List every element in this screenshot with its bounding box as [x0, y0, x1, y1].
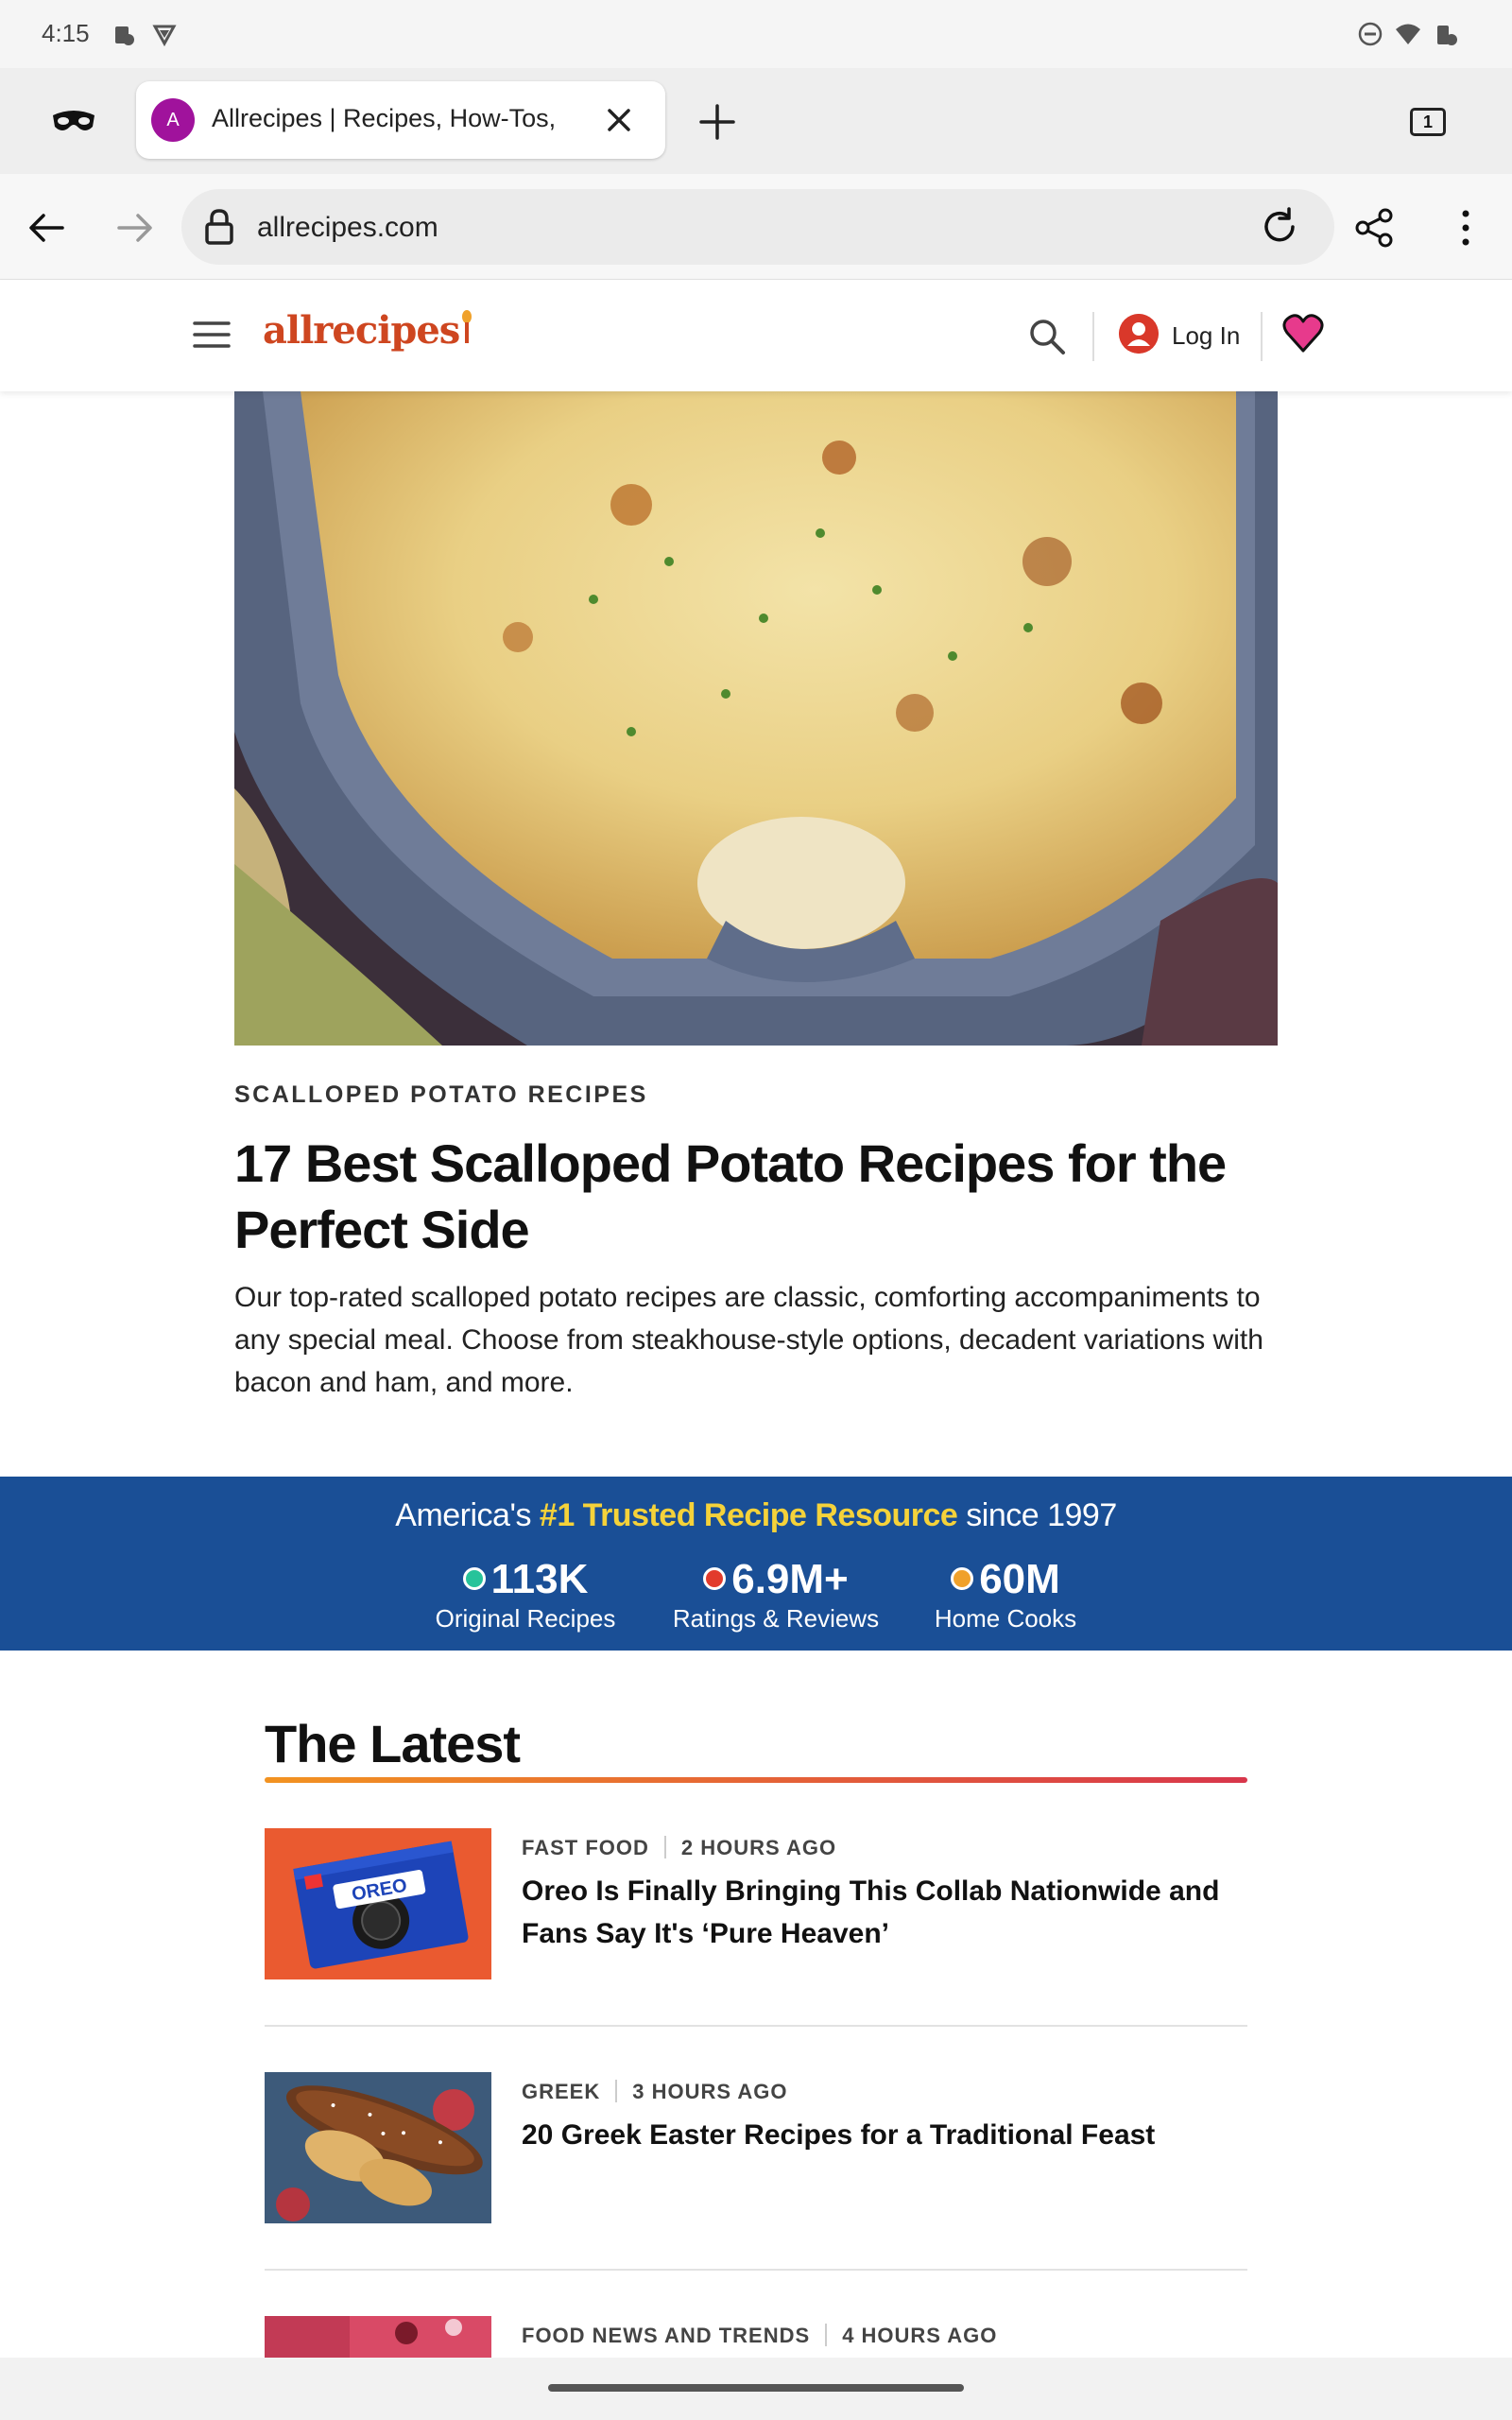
tab-strip: A Allrecipes | Recipes, How-Tos, 1 [0, 68, 1512, 174]
browser-toolbar: allrecipes.com [0, 174, 1512, 280]
site-header: allrecipes Log In [0, 280, 1512, 391]
login-label: Log In [1172, 321, 1241, 350]
article-meta: FAST FOOD 2 HOURS AGO [522, 1836, 836, 1860]
reload-icon[interactable] [1259, 206, 1300, 248]
latest-item-oreo[interactable]: OREO FAST FOOD 2 HOURS AGO Oreo Is Finall… [265, 1828, 1247, 1979]
stat-value: 6.9M+ [667, 1558, 885, 1601]
stat-value-text: 6.9M+ [731, 1556, 849, 1602]
oreo-package-image: OREO [265, 1828, 491, 1979]
article-timestamp: 2 HOURS AGO [680, 1836, 837, 1859]
article-timestamp: 4 HOURS AGO [842, 2324, 998, 2347]
battery-icon [1437, 26, 1457, 45]
stat-dot-red [703, 1567, 727, 1590]
new-tab-icon[interactable] [696, 100, 739, 144]
meta-separator [825, 2324, 828, 2346]
stat-original-recipes: 113K Original Recipes [421, 1558, 629, 1635]
site-logo[interactable]: allrecipes [263, 308, 472, 353]
article-category[interactable]: FAST FOOD [522, 1836, 649, 1859]
stat-ratings-reviews: 6.9M+ Ratings & Reviews [667, 1558, 885, 1635]
stat-home-cooks: 60M Home Cooks [922, 1558, 1089, 1635]
close-tab-icon[interactable] [599, 100, 639, 140]
meta-separator [615, 2080, 618, 2102]
tab-title: Allrecipes | Recipes, How-Tos, [212, 104, 557, 132]
stat-value-text: 60M [979, 1556, 1060, 1602]
stat-dot-teal [462, 1567, 486, 1590]
list-divider [265, 2025, 1247, 2027]
logo-spoon-icon [462, 310, 472, 343]
list-divider [265, 2269, 1247, 2271]
wifi-icon [1396, 24, 1420, 44]
latest-item-greek-easter[interactable]: GREEK 3 HOURS AGO 20 Greek Easter Recipes… [265, 2072, 1247, 2223]
article-title-link[interactable]: Oreo Is Finally Bringing This Collab Nat… [522, 1870, 1247, 1955]
stat-label: Ratings & Reviews [672, 1604, 880, 1633]
article-meta: FOOD NEWS AND TRENDS 4 HOURS AGO [522, 2324, 997, 2348]
hamburger-menu-icon[interactable] [191, 318, 232, 352]
tagline-suffix: since 1997 [957, 1497, 1117, 1533]
vpn-shield-icon [152, 25, 177, 47]
scalloped-potato-photo [234, 391, 1278, 1046]
active-tab[interactable]: A Allrecipes | Recipes, How-Tos, [136, 81, 665, 159]
tagline-prefix: America's [395, 1497, 540, 1533]
status-bar: 4:15 [0, 0, 1512, 68]
article-timestamp: 3 HOURS AGO [632, 2080, 788, 2103]
hero-image-scalloped-potatoes[interactable] [234, 391, 1278, 1046]
stat-value: 113K [421, 1558, 629, 1601]
article-title-link[interactable]: 20 Greek Easter Recipes for a Traditiona… [522, 2114, 1247, 2156]
gesture-handle[interactable] [548, 2384, 964, 2392]
article-category-link[interactable]: SCALLOPED POTATO RECIPES [234, 1081, 648, 1109]
food-news-image [265, 2316, 491, 2358]
header-divider [1261, 312, 1263, 361]
article-headline: 17 Best Scalloped Potato Recipes for the… [234, 1133, 1227, 1259]
food-news-thumbnail[interactable] [265, 2316, 491, 2358]
latest-item-food-news[interactable]: FOOD NEWS AND TRENDS 4 HOURS AGO [265, 2316, 1247, 2358]
saved-recipes-heart-icon[interactable] [1281, 312, 1325, 355]
forward-arrow-icon[interactable] [113, 206, 157, 250]
stat-label: Home Cooks [934, 1604, 1077, 1633]
do-not-disturb-icon [1358, 22, 1383, 46]
tagline-highlight: #1 Trusted Recipe Resource [539, 1497, 958, 1533]
article-description: Our top-rated scalloped potato recipes a… [234, 1282, 1263, 1398]
notification-icon [115, 26, 134, 45]
address-bar[interactable]: allrecipes.com [181, 189, 1334, 265]
stat-dot-orange [951, 1567, 974, 1590]
tab-count: 1 [1410, 108, 1446, 136]
back-arrow-icon[interactable] [25, 206, 68, 250]
article-meta: GREEK 3 HOURS AGO [522, 2080, 787, 2104]
stat-label: Original Recipes [435, 1604, 616, 1633]
oreo-thumbnail[interactable]: OREO [265, 1828, 491, 1979]
tab-switcher-button[interactable]: 1 [1406, 102, 1452, 142]
incognito-icon[interactable] [51, 104, 96, 138]
meta-separator [663, 1836, 666, 1858]
search-icon[interactable] [1026, 316, 1068, 357]
stat-value: 60M [922, 1558, 1089, 1601]
more-options-icon[interactable] [1446, 206, 1486, 250]
article-category[interactable]: FOOD NEWS AND TRENDS [522, 2324, 810, 2347]
site-favicon: A [151, 98, 195, 142]
user-avatar-icon [1119, 314, 1159, 354]
latest-gradient-rule [265, 1777, 1247, 1783]
status-time: 4:15 [42, 19, 90, 47]
latest-section-title: The Latest [265, 1714, 521, 1773]
banner-tagline: America's #1 Trusted Recipe Resource sin… [0, 1497, 1512, 1534]
logo-text: allrecipes [263, 308, 460, 353]
tsoureki-bread-image [265, 2072, 491, 2223]
greek-bread-thumbnail[interactable] [265, 2072, 491, 2223]
trust-banner: America's #1 Trusted Recipe Resource sin… [0, 1477, 1512, 1651]
lock-icon[interactable] [202, 208, 236, 246]
header-divider [1092, 312, 1094, 361]
article-category[interactable]: GREEK [522, 2080, 600, 2103]
navigation-gesture-area [0, 2358, 1512, 2420]
share-icon[interactable] [1353, 206, 1397, 250]
stat-value-text: 113K [490, 1556, 589, 1602]
url-text[interactable]: allrecipes.com [257, 212, 438, 244]
